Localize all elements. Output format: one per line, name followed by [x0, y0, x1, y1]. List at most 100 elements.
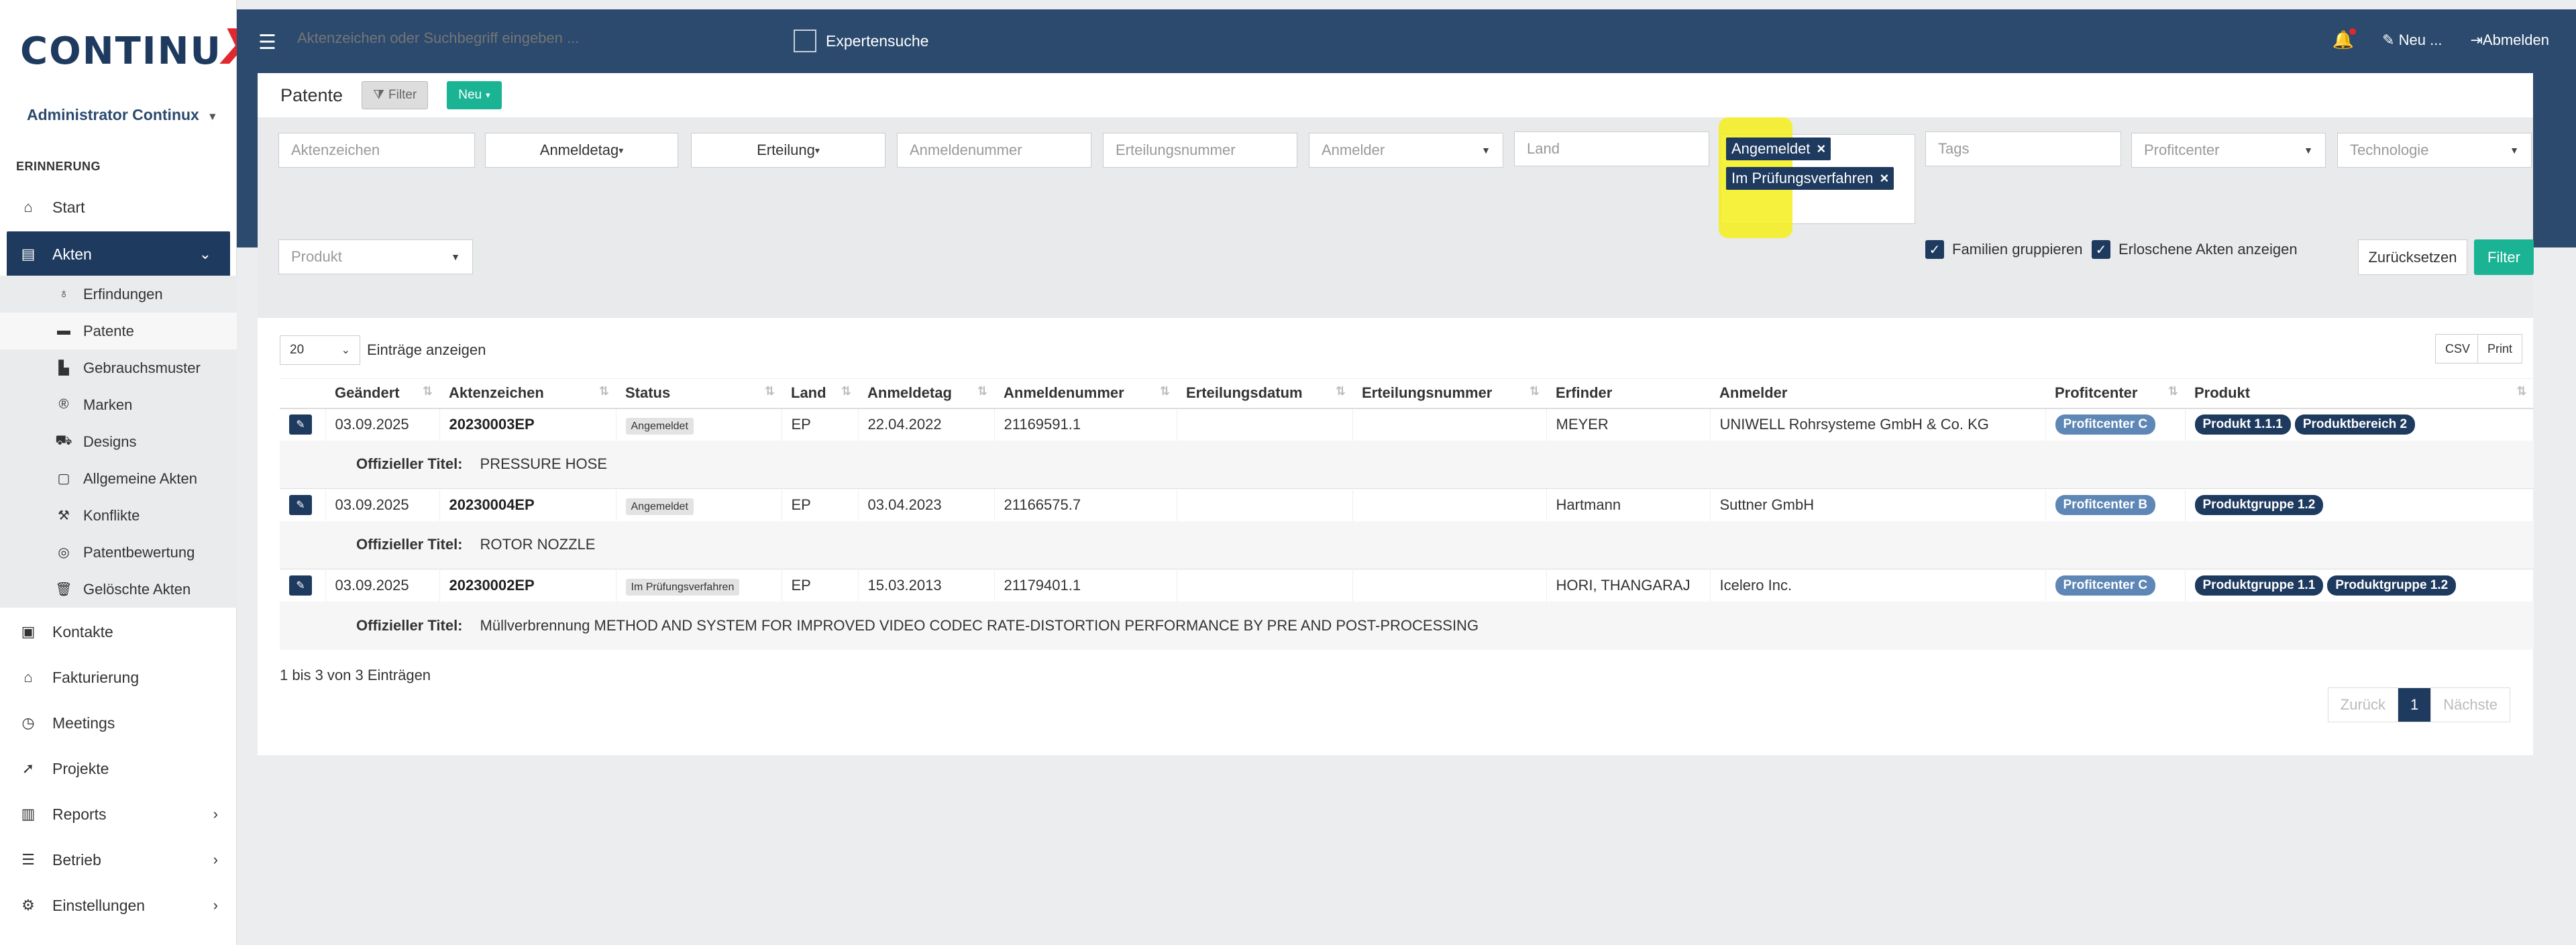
cell-land: EP	[782, 488, 859, 521]
cell-aktenzeichen[interactable]: 20230002EP	[439, 569, 616, 602]
cell-status: Im Prüfungsverfahren	[616, 569, 782, 602]
page-size-select[interactable]: 20 ⌄	[280, 335, 360, 365]
sidebar-item-fakturierung[interactable]: ⌂ Fakturierung	[0, 655, 237, 700]
cell-erfinder: HORI, THANGARAJ	[1546, 569, 1711, 602]
column-header-anmelder[interactable]: Anmelder	[1710, 378, 2045, 409]
familien-gruppieren-checkbox[interactable]: ✓ Familien gruppieren	[1925, 240, 2082, 259]
sidebar-item-start[interactable]: ⌂ Start	[0, 184, 237, 230]
sidebar-item-geloeschte-akten[interactable]: 🗑 Gelöschte Akten	[0, 571, 237, 608]
edit-icon[interactable]: ✎	[289, 414, 312, 435]
lightbulb-icon: ♁	[58, 286, 69, 301]
aktenzeichen-input[interactable]: Aktenzeichen	[278, 133, 475, 168]
cell-produkt: Produkt 1.1.1 Produktbereich 2	[2185, 408, 2534, 441]
sidebar-item-meetings[interactable]: ◷ Meetings	[0, 700, 237, 746]
column-header-aktenzeichen[interactable]: Aktenzeichen ⇅	[439, 378, 616, 409]
edit-icon[interactable]: ✎	[289, 494, 312, 515]
produkt-select[interactable]: Produkt ▼	[278, 239, 473, 274]
profitcenter-badge: Profitcenter C	[2055, 575, 2156, 596]
csv-button[interactable]: CSV	[2435, 334, 2481, 364]
column-header-anmeldetag[interactable]: Anmeldetag ⇅	[858, 378, 994, 409]
pagination-prev[interactable]: Zurück	[2328, 688, 2399, 722]
checkbox-icon[interactable]	[794, 30, 816, 52]
column-header-status[interactable]: Status ⇅	[616, 378, 782, 409]
sidebar-item-akten[interactable]: ▤ Akten ⌄	[7, 231, 230, 277]
sidebar-item-einstellungen[interactable]: ⚙ Einstellungen ›	[0, 883, 237, 928]
table-row[interactable]: ✎ 03.09.2025 20230002EP Im Prüfungsverfa…	[280, 569, 2534, 602]
results-summary: 1 bis 3 von 3 Einträgen	[280, 667, 431, 683]
apply-filter-button[interactable]: Filter	[2474, 239, 2534, 275]
caret-down-icon: ▾	[814, 144, 820, 156]
expert-search-toggle[interactable]: Expertensuche	[794, 30, 928, 52]
anmeldenummer-input[interactable]: Anmeldenummer	[897, 133, 1091, 168]
reset-button[interactable]: Zurücksetzen	[2358, 239, 2467, 275]
sidebar-item-betrieb[interactable]: ☰ Betrieb ›	[0, 837, 237, 883]
technologie-select[interactable]: Technologie ▼	[2337, 133, 2532, 168]
erteilung-dropdown[interactable]: Erteilung ▾	[691, 133, 885, 168]
column-header-profitcenter[interactable]: Profitcenter ⇅	[2045, 378, 2185, 409]
anmeldetag-dropdown[interactable]: Anmeldetag ▾	[485, 133, 678, 168]
checkmark-icon: ✓	[1925, 240, 1944, 259]
status-badge: Angemeldet	[625, 418, 694, 435]
table-row[interactable]: ✎ 03.09.2025 20230004EP Angemeldet EP 03…	[280, 488, 2534, 521]
sort-icon: ⇅	[841, 384, 851, 398]
table-row[interactable]: ✎ 03.09.2025 20230003EP Angemeldet EP 22…	[280, 408, 2534, 441]
cell-anmeldenummer: 21169591.1	[994, 408, 1177, 441]
column-header-anmeldenummer[interactable]: Anmeldenummer ⇅	[994, 378, 1177, 409]
sidebar-item-kontakte[interactable]: ▣ Kontakte	[0, 609, 237, 655]
column-header-produkt[interactable]: Produkt ⇅	[2185, 378, 2534, 409]
global-search-input[interactable]	[297, 30, 767, 47]
produkt-badge: Produktgruppe 1.1	[2194, 575, 2324, 596]
column-header-erteilungsdatum[interactable]: Erteilungsdatum ⇅	[1177, 378, 1352, 409]
print-button[interactable]: Print	[2477, 334, 2523, 364]
sort-icon: ⇅	[598, 384, 609, 398]
filter-toggle-button[interactable]: ⧩ Filter	[362, 81, 429, 109]
document-icon: ▢	[57, 471, 70, 486]
remove-tag-icon[interactable]: ×	[1880, 170, 1889, 186]
cell-erteilungsnummer	[1352, 408, 1547, 441]
new-button[interactable]: Neu ▾	[447, 81, 502, 109]
cell-anmeldenummer: 21179401.1	[994, 569, 1177, 602]
sidebar-item-marken[interactable]: ® Marken	[0, 386, 237, 423]
land-input[interactable]: Land	[1514, 131, 1709, 166]
profitcenter-select[interactable]: Profitcenter ▼	[2131, 133, 2326, 168]
new-menu-button[interactable]: ✎ Neu ...	[2382, 32, 2442, 49]
status-tag-angemeldet[interactable]: Angemeldet ×	[1726, 137, 1831, 160]
pagination-page[interactable]: 1	[2398, 688, 2432, 722]
sidebar-item-patentbewertung[interactable]: ◎ Patentbewertung	[0, 534, 237, 571]
industry-icon: ▙	[58, 361, 69, 376]
status-tag-pruefungsverfahren[interactable]: Im Prüfungsverfahren ×	[1726, 167, 1894, 190]
user-menu[interactable]: Administrator Continux ▼	[27, 106, 218, 124]
edit-icon[interactable]: ✎	[289, 575, 312, 596]
continux-logo[interactable]: CONTINUX	[20, 19, 260, 75]
cell-anmeldenummer: 21166575.7	[994, 488, 1177, 521]
erloschene-akten-checkbox[interactable]: ✓ Erloschene Akten anzeigen	[2092, 240, 2298, 259]
column-header-land[interactable]: Land ⇅	[782, 378, 858, 409]
notification-bell-icon[interactable]: 🔔	[2332, 28, 2357, 50]
sidebar-item-reports[interactable]: ▥ Reports ›	[0, 791, 237, 837]
sidebar-item-erfindungen[interactable]: ♁ Erfindungen	[0, 276, 237, 313]
hamburger-menu-icon[interactable]: ☰	[258, 31, 276, 54]
sidebar-item-konflikte[interactable]: ⚒ Konflikte	[0, 497, 237, 534]
filter-icon: ⧩	[373, 88, 385, 102]
sidebar-item-projekte[interactable]: ➚ Projekte	[0, 746, 237, 791]
cell-land: EP	[782, 569, 859, 602]
column-header-erfinder[interactable]: Erfinder	[1546, 378, 1710, 409]
top-navbar: ☰ Expertensuche 🔔 ✎ Neu ... ⇥Abmelden	[237, 9, 2576, 73]
cell-aktenzeichen[interactable]: 20230004EP	[439, 488, 616, 521]
detail-label: Offizieller Titel:	[356, 536, 463, 553]
cell-aktenzeichen[interactable]: 20230003EP	[439, 408, 616, 441]
remove-tag-icon[interactable]: ×	[1817, 140, 1825, 157]
table-row-detail: Offizieller Titel: PRESSURE HOSE	[280, 440, 2534, 489]
sidebar-item-designs[interactable]: ⛟ Designs	[0, 423, 237, 460]
tags-input[interactable]: Tags	[1925, 131, 2121, 166]
erteilungsnummer-input[interactable]: Erteilungsnummer	[1103, 133, 1297, 168]
pagination-next[interactable]: Nächste	[2431, 688, 2510, 722]
logout-button[interactable]: ⇥Abmelden	[2470, 32, 2549, 49]
sidebar-item-allgemeine-akten[interactable]: ▢ Allgemeine Akten	[0, 460, 237, 497]
section-label: ERINNERUNG	[16, 160, 101, 173]
column-header-erteilungsnummer[interactable]: Erteilungsnummer ⇅	[1352, 378, 1546, 409]
sidebar-item-gebrauchsmuster[interactable]: ▙ Gebrauchsmuster	[0, 349, 237, 386]
anmelder-select[interactable]: Anmelder ▼	[1309, 133, 1503, 168]
sidebar-item-patente[interactable]: ▬ Patente	[0, 313, 237, 349]
column-header-geaendert[interactable]: Geändert ⇅	[325, 378, 439, 409]
